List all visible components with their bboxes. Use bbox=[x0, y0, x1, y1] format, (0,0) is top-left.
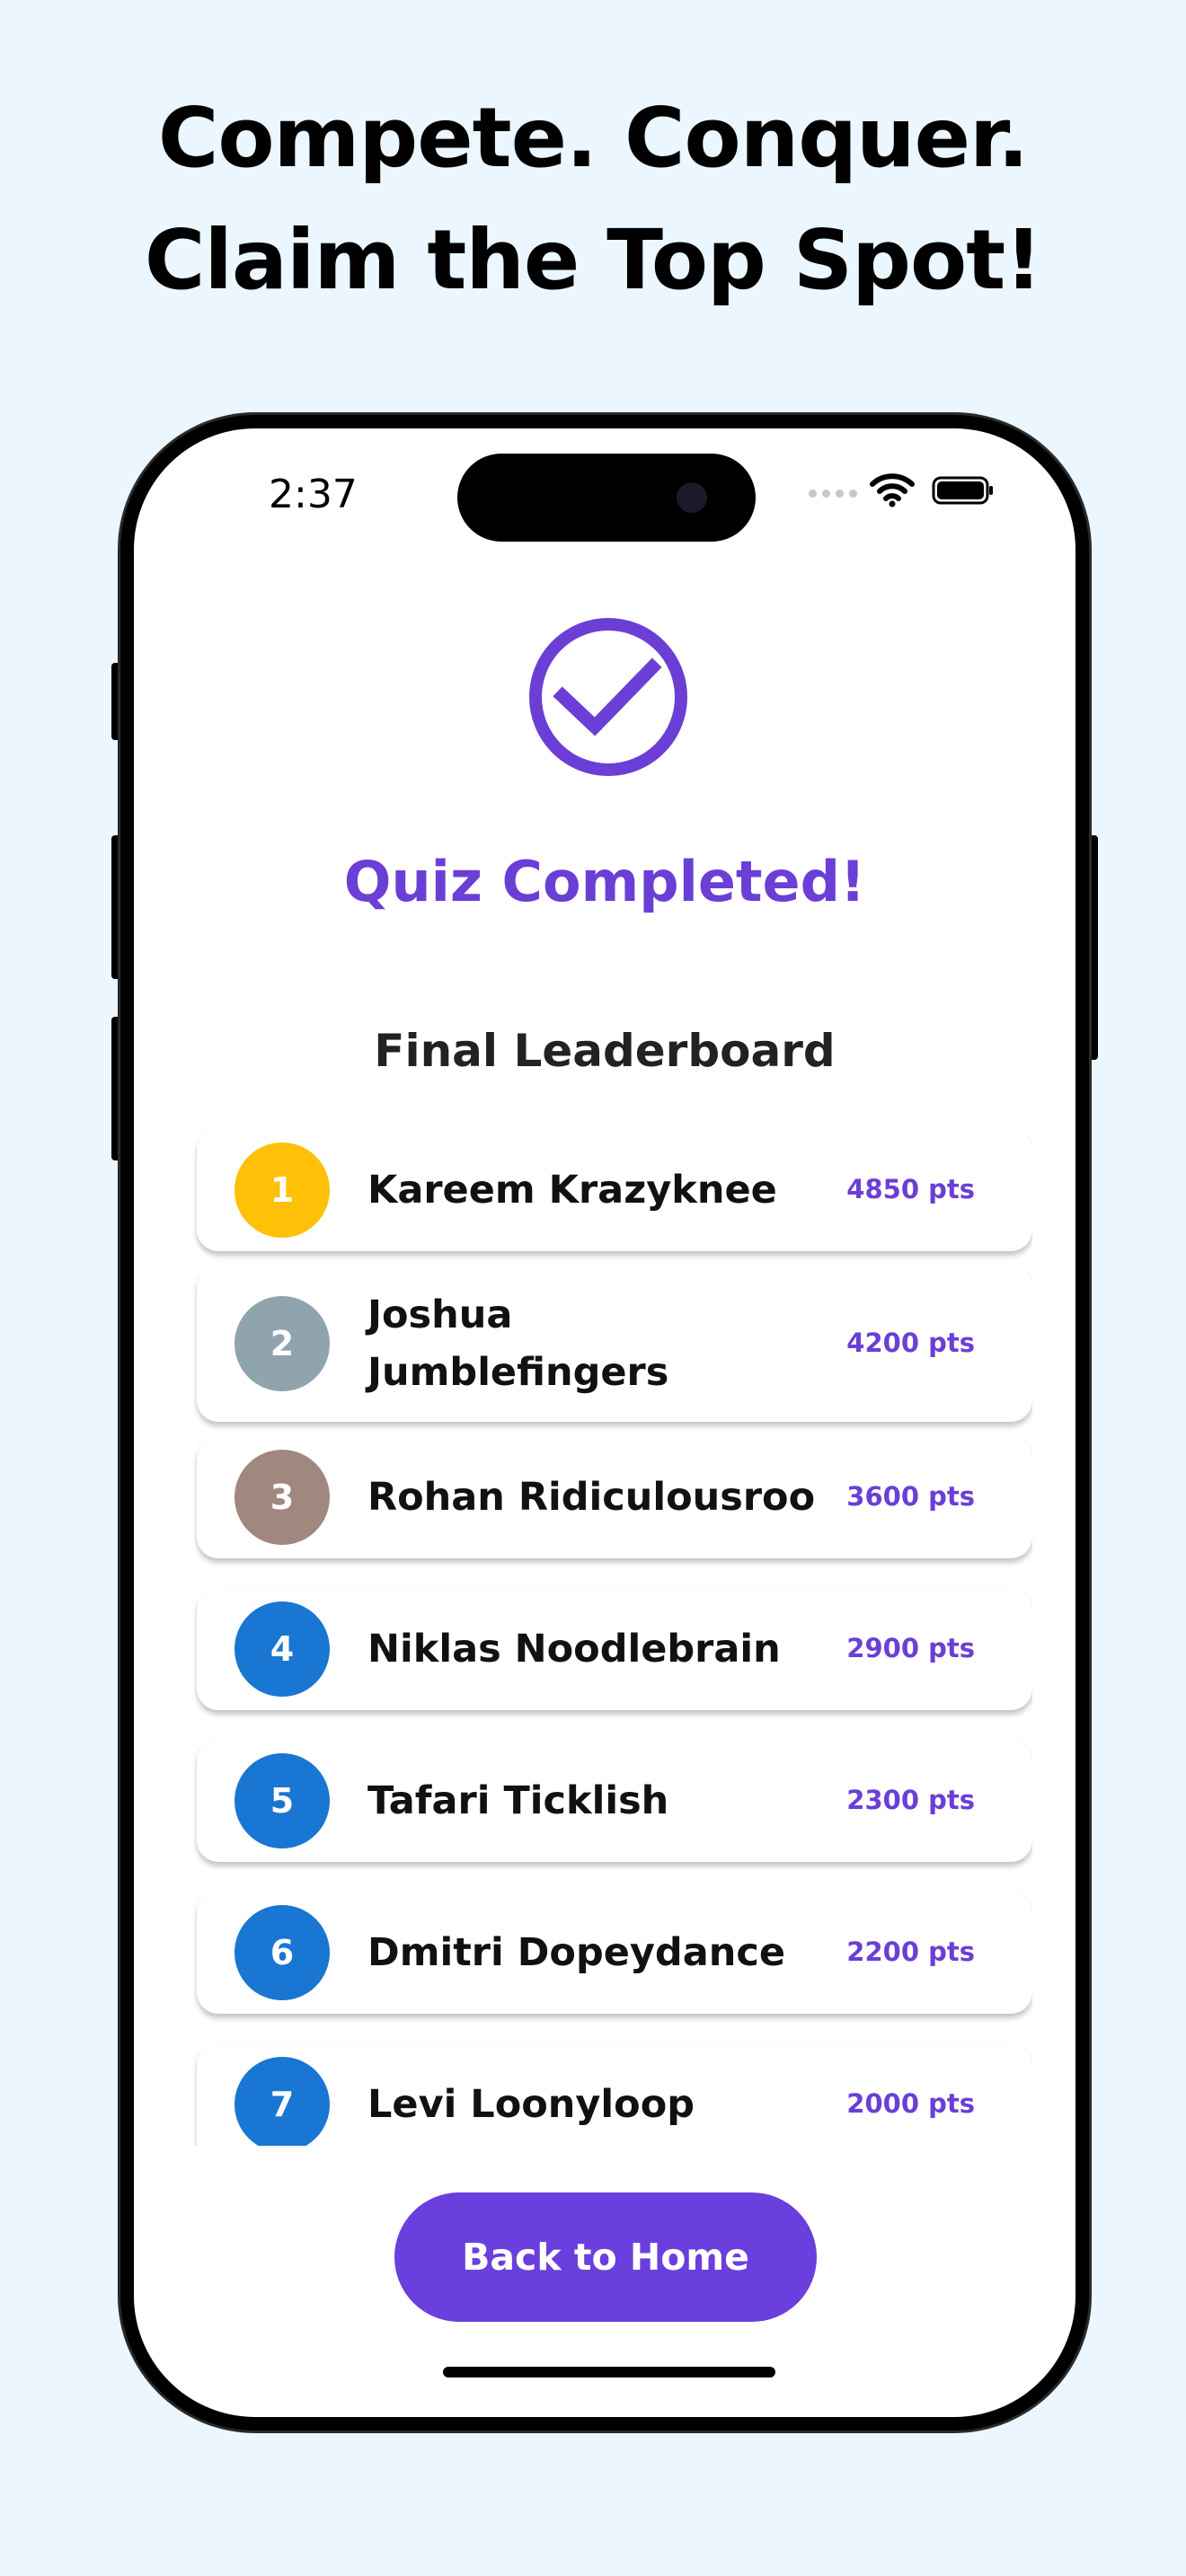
player-name: Niklas Noodlebrain bbox=[367, 1627, 781, 1672]
player-score: 4850 pts bbox=[846, 1174, 975, 1204]
player-name: Joshua Jumblefingers bbox=[367, 1292, 669, 1395]
headline-line-2: Claim the Top Spot! bbox=[144, 212, 1042, 308]
leaderboard-row: 1 Kareem Krazyknee 4850 pts bbox=[197, 1129, 1032, 1251]
app-screen: 2:37 Quiz Completed! Final Leaderboard 1 bbox=[134, 428, 1075, 2417]
rank-badge: 4 bbox=[235, 1601, 330, 1697]
check-circle-icon bbox=[529, 618, 687, 776]
rank-badge: 7 bbox=[235, 2057, 330, 2146]
rank-badge: 1 bbox=[235, 1142, 330, 1238]
camera-lens-icon bbox=[677, 482, 707, 513]
wifi-icon bbox=[870, 473, 915, 507]
player-name: Dmitri Dopeydance bbox=[367, 1930, 785, 1975]
cellular-signal-icon bbox=[809, 490, 857, 498]
dynamic-island bbox=[457, 454, 756, 542]
player-name: Tafari Ticklish bbox=[367, 1778, 669, 1823]
rank-badge: 5 bbox=[235, 1753, 330, 1848]
headline-line-1: Compete. Conquer. bbox=[157, 90, 1029, 186]
leaderboard-row: 3 Rohan Ridiculousroo 3600 pts bbox=[197, 1436, 1032, 1558]
rank-badge: 6 bbox=[235, 1905, 330, 2000]
player-name: Levi Loonyloop bbox=[367, 2082, 695, 2127]
player-name: Rohan Ridiculousroo bbox=[367, 1475, 816, 1520]
leaderboard-title: Final Leaderboard bbox=[374, 1025, 836, 1077]
leaderboard-list[interactable]: 1 Kareem Krazyknee 4850 pts 2 Joshua Jum… bbox=[170, 1129, 1032, 2146]
status-time: 2:37 bbox=[269, 472, 358, 517]
leaderboard-row: 2 Joshua Jumblefingers 4200 pts bbox=[197, 1266, 1032, 1422]
player-score: 2200 pts bbox=[846, 1936, 975, 1967]
battery-icon bbox=[932, 476, 993, 505]
quiz-completed-title: Quiz Completed! bbox=[343, 849, 866, 914]
leaderboard-row: 7 Levi Loonyloop 2000 pts bbox=[197, 2043, 1032, 2146]
player-name: Kareem Krazyknee bbox=[367, 1168, 777, 1213]
home-indicator[interactable] bbox=[443, 2367, 775, 2378]
player-score: 2900 pts bbox=[846, 1633, 975, 1663]
rank-badge: 2 bbox=[235, 1296, 330, 1391]
player-score: 4200 pts bbox=[846, 1328, 975, 1358]
back-to-home-button[interactable]: Back to Home bbox=[394, 2192, 817, 2322]
phone-frame: 2:37 Quiz Completed! Final Leaderboard 1 bbox=[120, 415, 1089, 2430]
promo-headline: Compete. Conquer. Claim the Top Spot! bbox=[0, 77, 1186, 322]
leaderboard-row: 5 Tafari Ticklish 2300 pts bbox=[197, 1740, 1032, 1862]
player-score: 3600 pts bbox=[846, 1481, 975, 1512]
rank-badge: 3 bbox=[235, 1450, 330, 1545]
player-score: 2000 pts bbox=[846, 2088, 975, 2119]
player-score: 2300 pts bbox=[846, 1785, 975, 1815]
leaderboard-row: 6 Dmitri Dopeydance 2200 pts bbox=[197, 1892, 1032, 2014]
leaderboard-row: 4 Niklas Noodlebrain 2900 pts bbox=[197, 1588, 1032, 1710]
